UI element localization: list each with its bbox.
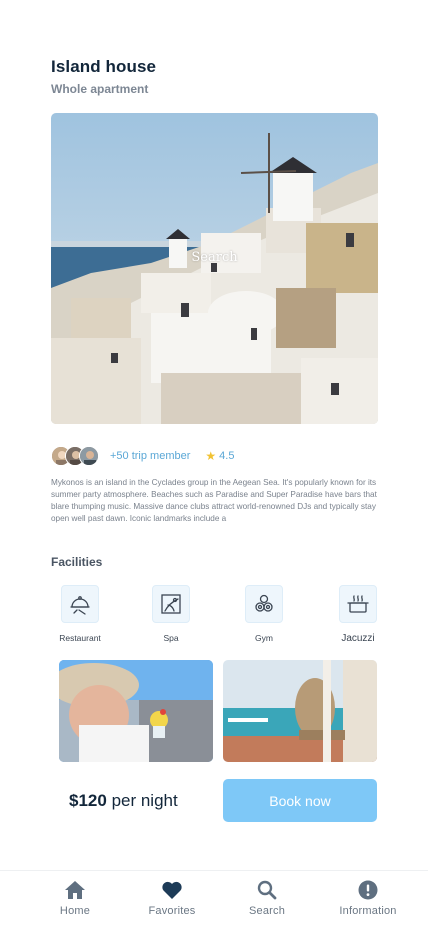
nav-label: Favorites <box>148 905 196 917</box>
cloche-icon <box>61 585 99 623</box>
trip-members: +50 trip member ★ 4.5 <box>51 445 234 467</box>
gallery-photo-beach[interactable] <box>59 660 213 762</box>
nav-home[interactable]: Home <box>30 880 120 917</box>
facility-label: Gym <box>255 633 273 643</box>
member-avatars <box>51 446 99 466</box>
nav-search[interactable]: Search <box>222 880 312 917</box>
description: Mykonos is an island in the Cyclades gro… <box>51 478 377 523</box>
facility-jacuzzi[interactable]: Jacuzzi <box>328 585 388 644</box>
star-icon: ★ <box>205 449 217 463</box>
facility-label: Jacuzzi <box>341 633 375 644</box>
facility-spa[interactable]: Spa <box>141 585 201 643</box>
price-amount: $120 <box>69 791 107 810</box>
bottom-nav: Home Favorites Search Information <box>0 870 428 926</box>
price: $120 per night <box>69 791 178 811</box>
listing-header: Island house Whole apartment <box>51 57 156 96</box>
heart-icon <box>162 881 182 899</box>
search-icon <box>257 880 277 900</box>
member-count[interactable]: +50 trip member <box>110 450 190 462</box>
nav-favorites[interactable]: Favorites <box>127 880 217 917</box>
facilities-heading: Facilities <box>51 555 103 569</box>
book-now-button[interactable]: Book now <box>223 779 377 822</box>
hot-tub-icon <box>339 585 377 623</box>
facility-gym[interactable]: Gym <box>234 585 294 643</box>
nav-label: Home <box>59 905 91 917</box>
home-icon <box>65 881 85 899</box>
rating-value: 4.5 <box>219 450 235 462</box>
listing-subtitle: Whole apartment <box>51 82 149 96</box>
listing-title: Island house <box>51 57 157 76</box>
price-unit: per night <box>111 791 178 810</box>
facility-label: Restaurant <box>59 633 101 643</box>
hero-image[interactable]: Search <box>51 113 378 424</box>
nav-label: Information <box>339 905 397 917</box>
nav-information[interactable]: Information <box>323 880 413 917</box>
nav-label: Search <box>248 905 286 917</box>
avatar <box>79 446 99 466</box>
dumbbell-icon <box>245 585 283 623</box>
info-icon <box>358 880 378 900</box>
facility-label: Spa <box>163 633 179 643</box>
gallery-photo-terrace[interactable] <box>223 660 377 762</box>
spa-icon <box>152 585 190 623</box>
facilities-list: Restaurant Spa Gym Jacuzzi <box>51 585 382 645</box>
rating: ★ 4.5 <box>205 449 234 463</box>
facility-restaurant[interactable]: Restaurant <box>50 585 110 643</box>
hero-search-overlay[interactable]: Search <box>51 250 378 265</box>
